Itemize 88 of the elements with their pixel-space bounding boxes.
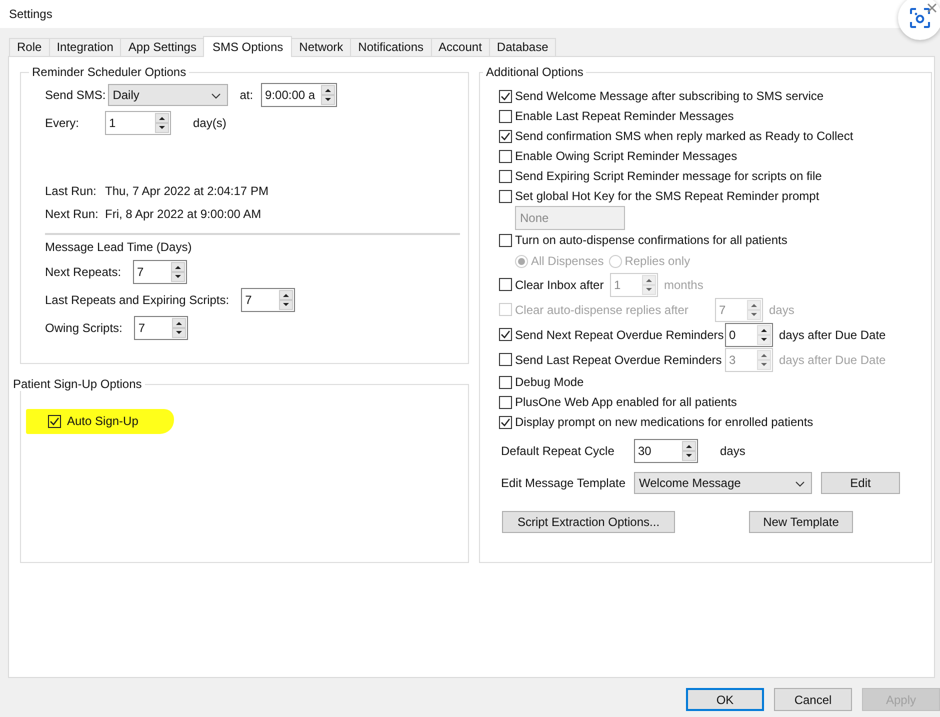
close-icon[interactable] <box>927 3 937 13</box>
field-label: Last Repeats and Expiring Scripts: <box>45 293 230 307</box>
checkbox-label: Send confirmation SMS when reply marked as Ready to Collect <box>515 129 854 143</box>
tab[interactable]: Integration <box>48 38 122 56</box>
field-label: Every: <box>45 116 80 130</box>
radio-label: Replies only <box>624 254 690 268</box>
field-label: at: <box>240 88 254 102</box>
unit-label: day(s) <box>193 116 226 130</box>
spin-arrows-icon <box>172 318 186 338</box>
field-label: Owing Scripts: <box>45 321 122 335</box>
checkbox[interactable] <box>48 414 61 428</box>
checkbox-label: Send Last Repeat Overdue Reminders <box>515 352 723 366</box>
checkbox[interactable] <box>499 110 512 122</box>
checkbox[interactable] <box>499 170 512 182</box>
spin-arrows-icon <box>321 85 336 105</box>
field-label: Next Repeats: <box>45 265 122 279</box>
checkbox-label: Enable Owing Script Reminder Messages <box>515 149 738 163</box>
unit-label: days <box>769 302 794 316</box>
last-run-value: Thu, 7 Apr 2022 at 2:04:17 PM <box>105 184 268 198</box>
checkbox-label: Display prompt on new medications for enrolled patients <box>515 415 814 429</box>
template-dropdown[interactable]: Welcome Message <box>634 472 812 494</box>
unit-label: days after Due Date <box>779 328 886 342</box>
spin-arrows-icon <box>682 441 696 461</box>
checkbox[interactable] <box>499 376 512 388</box>
tab[interactable]: SMS Options <box>203 36 292 57</box>
checkbox-label: Clear auto-dispense replies after <box>515 302 690 316</box>
spin-box[interactable]: 7 <box>133 260 188 284</box>
checkbox-label: Turn on auto-dispense confirmations for all patients <box>515 233 788 247</box>
checkbox-label: Set global Hot Key for the SMS Repeat Reminder prompt <box>515 189 820 203</box>
checkbox[interactable] <box>499 278 512 291</box>
edit-button[interactable]: Edit <box>821 472 900 494</box>
next-run-value: Fri, 8 Apr 2022 at 9:00:00 AM <box>105 207 262 221</box>
checkbox[interactable] <box>499 150 512 162</box>
action-button[interactable]: New Template <box>749 511 853 533</box>
field-label: Send SMS: <box>45 88 106 102</box>
scan-icon <box>909 7 931 29</box>
spin-box[interactable]: 7 <box>241 288 296 312</box>
chevron-down-icon <box>795 481 805 487</box>
spin-arrows-icon <box>757 324 771 344</box>
checkbox[interactable] <box>499 353 512 366</box>
spin-arrows-icon <box>747 300 761 320</box>
checkbox[interactable] <box>499 90 512 102</box>
spin-arrows-icon <box>171 262 186 282</box>
checkbox[interactable] <box>499 396 512 408</box>
tab[interactable]: Database <box>488 38 556 56</box>
section-title: Message Lead Time (Days) <box>45 240 193 256</box>
spin-box[interactable]: 7 <box>134 316 188 340</box>
spin-arrows-icon <box>757 350 771 370</box>
unit-label: days after Due Date <box>779 352 886 366</box>
lens-button[interactable] <box>898 0 940 40</box>
spin-box[interactable]: 30 <box>634 439 698 463</box>
unit-label: days <box>720 444 746 458</box>
dialog-button[interactable]: OK <box>686 688 764 711</box>
field-label: Last Run: <box>45 184 98 198</box>
radio-label: All Dispenses <box>531 254 604 268</box>
field-label: Edit Message Template <box>501 476 627 490</box>
spin-arrows-icon <box>642 274 656 294</box>
checkbox-label: Send Expiring Script Reminder message for scripts on file <box>515 169 822 183</box>
unit-label: months <box>664 278 704 292</box>
group-title: Patient Sign-Up Options <box>12 377 143 391</box>
checkbox-label: Debug Mode <box>515 375 584 389</box>
field-label: Next Run: <box>45 207 100 221</box>
spin-box[interactable]: 0 <box>725 322 773 346</box>
time-spin-box[interactable]: 9:00:00 a <box>261 83 338 107</box>
checkbox[interactable] <box>499 190 512 202</box>
chevron-down-icon <box>210 93 221 99</box>
checkbox-label: Clear Inbox after <box>515 278 605 292</box>
checkbox[interactable] <box>499 416 512 428</box>
send-sms-dropdown[interactable]: Daily <box>108 84 228 106</box>
checkbox-label: PlusOne Web App enabled for all patients <box>515 395 737 409</box>
checkbox-label: Send Next Repeat Overdue Reminders <box>515 328 725 342</box>
checkbox-label: Send Welcome Message after subscribing to SMS service <box>515 89 824 103</box>
tab[interactable]: App Settings <box>120 38 204 56</box>
checkbox[interactable] <box>499 234 512 246</box>
dialog-button[interactable]: Cancel <box>774 688 852 711</box>
checkbox[interactable] <box>499 328 512 341</box>
checkbox[interactable] <box>499 130 512 142</box>
window-title: Settings <box>9 7 52 21</box>
tab[interactable]: Role <box>9 38 50 56</box>
spin-box[interactable]: 1 <box>105 111 171 135</box>
group-title: Reminder Scheduler Options <box>31 65 188 79</box>
checkbox-label: Enable Last Repeat Reminder Messages <box>515 109 734 123</box>
checkbox-label: Auto Sign-Up <box>67 414 138 428</box>
spin-arrows-icon <box>155 113 169 133</box>
action-button[interactable]: Script Extraction Options... <box>502 511 675 533</box>
spin-arrows-icon <box>279 290 294 310</box>
group-title: Additional Options <box>485 65 584 79</box>
field-label: Default Repeat Cycle <box>501 444 616 458</box>
